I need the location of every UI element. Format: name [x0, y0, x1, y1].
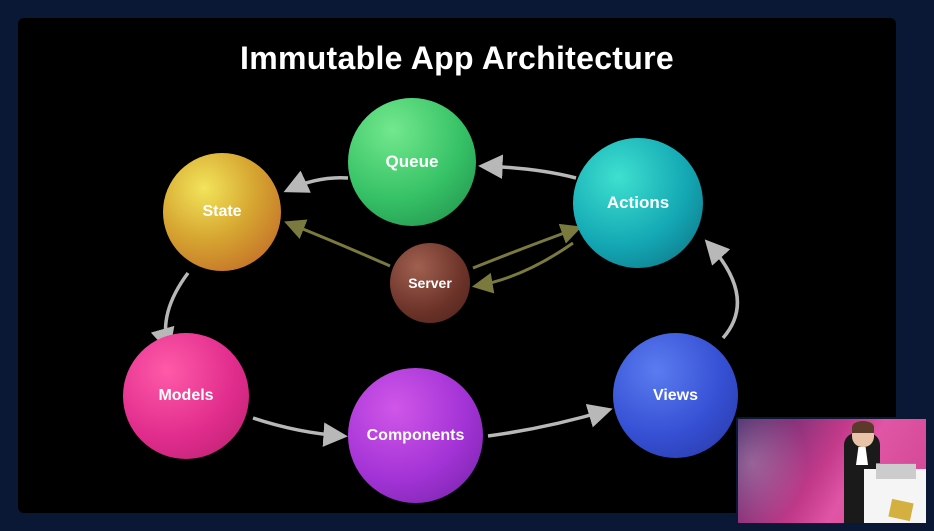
arrow-server-to-actions [473, 228, 578, 268]
stage-light [738, 419, 808, 525]
node-models-label: Models [158, 387, 213, 405]
node-components: Components [348, 368, 483, 503]
node-queue: Queue [348, 98, 476, 226]
node-state: State [163, 153, 281, 271]
node-actions: Actions [573, 138, 703, 268]
slide-title: Immutable App Architecture [18, 40, 896, 77]
speaker-hair [852, 421, 874, 433]
node-actions-label: Actions [607, 193, 669, 213]
arrow-server-to-state [288, 223, 390, 266]
node-models: Models [123, 333, 249, 459]
arrow-components-to-views [488, 410, 608, 436]
arrow-views-to-actions [708, 243, 737, 338]
node-server-label: Server [408, 275, 452, 291]
arrow-actions-to-server [476, 243, 573, 286]
node-server: Server [390, 243, 470, 323]
node-queue-label: Queue [386, 152, 439, 172]
arrow-queue-to-state [288, 178, 348, 190]
node-components-label: Components [367, 427, 465, 445]
arrow-models-to-components [253, 418, 343, 436]
node-views-label: Views [653, 387, 698, 405]
speaker-camera-inset [736, 417, 928, 525]
arrow-actions-to-queue [483, 166, 576, 178]
laptop [876, 463, 916, 479]
node-views: Views [613, 333, 738, 458]
node-state-label: State [202, 203, 241, 221]
